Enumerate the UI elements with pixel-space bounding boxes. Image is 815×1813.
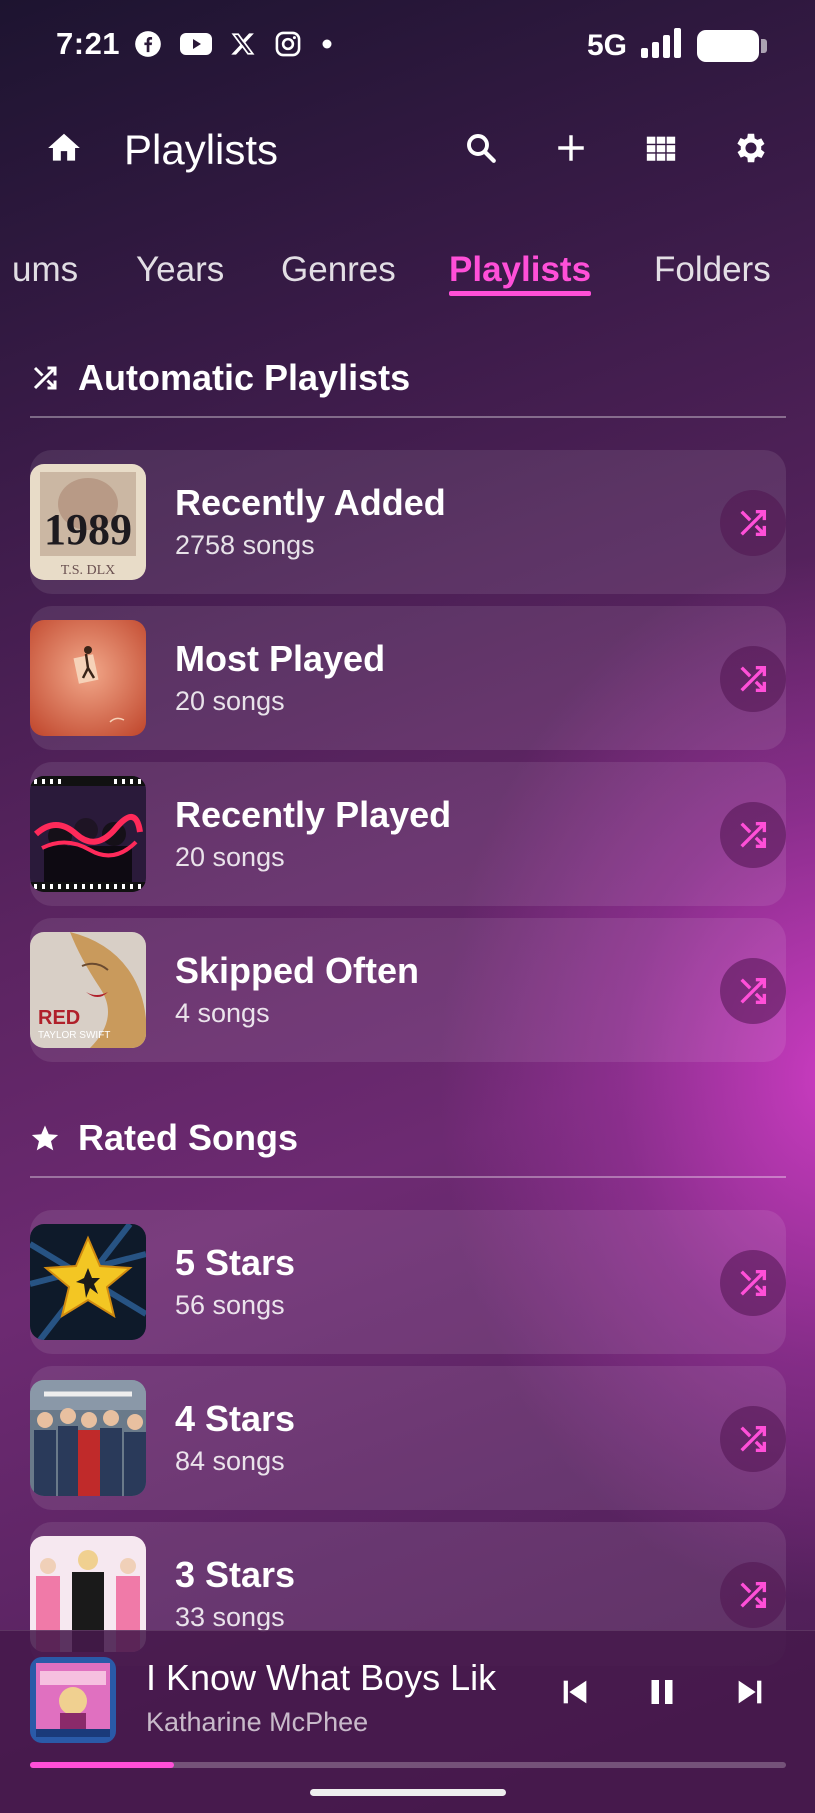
page-title: Playlists <box>124 126 279 173</box>
home-button[interactable] <box>44 128 84 168</box>
status-time: 7:21 <box>56 26 121 61</box>
art-text-1989: 1989 <box>44 505 132 554</box>
status-system-icons: 5G <box>586 28 767 63</box>
section-title: Automatic Playlists <box>78 357 411 398</box>
shuffle-icon <box>740 977 767 1005</box>
tab-genres[interactable]: Genres <box>281 250 396 290</box>
album-art <box>30 1224 146 1340</box>
art-text-taylor-swift: TAYLOR SWIFT <box>38 1030 110 1041</box>
star-icon <box>31 1125 59 1151</box>
playlist-name: Most Played <box>175 638 386 679</box>
album-art <box>30 620 146 736</box>
tab-folders[interactable]: Folders <box>654 250 771 290</box>
song-count: 20 songs <box>175 686 285 716</box>
signal-icon <box>641 28 683 63</box>
tab-years[interactable]: Years <box>136 250 224 290</box>
album-art: RED TAYLOR SWIFT <box>30 932 146 1048</box>
playlist-4-stars[interactable]: 4 Stars 84 songs <box>30 1366 786 1510</box>
song-count: 20 songs <box>175 842 285 872</box>
shuffle-icon <box>740 665 767 693</box>
song-count: 2758 songs <box>175 530 315 560</box>
playlist-name: Recently Added <box>175 482 446 523</box>
now-playing-album-art <box>30 1657 116 1743</box>
grid-icon <box>646 136 676 161</box>
shuffle-icon <box>740 821 767 849</box>
grid-view-button[interactable] <box>641 128 681 168</box>
rated-songs-header: Rated Songs <box>30 1108 786 1178</box>
search-button[interactable] <box>461 128 501 168</box>
art-text-dlx: T.S. DLX <box>61 563 116 578</box>
art-text-red: RED <box>38 1007 80 1029</box>
song-count: 4 songs <box>175 998 270 1028</box>
skip-previous-icon <box>563 1680 587 1704</box>
status-notification-icons <box>134 30 334 63</box>
pause-button[interactable] <box>637 1667 687 1717</box>
toolbar-actions <box>461 128 771 168</box>
divider <box>30 1176 786 1178</box>
network-type: 5G <box>586 28 627 62</box>
section-title: Rated Songs <box>78 1117 299 1158</box>
song-count: 33 songs <box>175 1602 285 1632</box>
instagram-icon <box>274 30 302 63</box>
shuffle-play-button[interactable] <box>720 1250 786 1316</box>
plus-icon <box>558 135 584 161</box>
search-icon <box>467 134 496 163</box>
shuffle-icon <box>740 1581 767 1609</box>
battery-icon <box>697 29 767 62</box>
divider <box>30 416 786 418</box>
status-bar: 7:21 5G <box>0 0 815 92</box>
now-playing-title: I Know What Boys Lik <box>146 1657 497 1698</box>
album-art: 1989 T.S. DLX <box>30 464 146 580</box>
previous-button[interactable] <box>550 1667 600 1717</box>
album-art <box>30 776 146 892</box>
shuffle-play-button[interactable] <box>720 802 786 868</box>
song-count: 56 songs <box>175 1290 285 1320</box>
facebook-icon <box>134 30 162 63</box>
song-count: 84 songs <box>175 1446 285 1476</box>
skip-next-icon <box>738 1680 762 1704</box>
now-playing-artist: Katharine McPhee <box>146 1707 369 1737</box>
tab-playlists[interactable]: Playlists <box>449 250 592 296</box>
tab-albums[interactable]: ums <box>12 250 78 290</box>
playlist-most-played[interactable]: Most Played 20 songs <box>30 606 786 750</box>
album-art <box>30 1380 146 1496</box>
top-app-bar: Playlists <box>0 110 815 190</box>
shuffle-play-button[interactable] <box>720 646 786 712</box>
shuffle-icon <box>740 1269 767 1297</box>
shuffle-icon <box>33 366 57 390</box>
pause-icon <box>651 1680 673 1704</box>
category-tabs: ums Years Genres Playlists Folders <box>0 246 815 306</box>
playlist-name: 5 Stars <box>175 1242 296 1283</box>
dot-icon <box>320 37 334 56</box>
shuffle-play-button[interactable] <box>720 958 786 1024</box>
gesture-home-bar[interactable] <box>310 1789 506 1796</box>
home-icon <box>48 133 80 161</box>
playlist-name: Skipped Often <box>175 950 420 991</box>
playlist-name: 3 Stars <box>175 1554 296 1595</box>
shuffle-play-button[interactable] <box>720 490 786 556</box>
mini-player[interactable]: I Know What Boys Lik Katharine McPhee <box>0 1630 815 1813</box>
playlist-5-stars[interactable]: 5 Stars 56 songs <box>30 1210 786 1354</box>
settings-button[interactable] <box>731 128 771 168</box>
playlist-recently-added[interactable]: 1989 T.S. DLX Recently Added 2758 songs <box>30 450 786 594</box>
automatic-playlists-header: Automatic Playlists <box>30 348 786 418</box>
shuffle-icon <box>740 1425 767 1453</box>
gear-icon <box>737 133 765 163</box>
playback-progress-bar[interactable] <box>30 1762 786 1768</box>
shuffle-play-button[interactable] <box>720 1562 786 1628</box>
playlist-name: Recently Played <box>175 794 452 835</box>
shuffle-icon <box>740 509 767 537</box>
youtube-icon <box>180 32 212 61</box>
playlist-recently-played[interactable]: Recently Played 20 songs <box>30 762 786 906</box>
playlist-skipped-often[interactable]: RED TAYLOR SWIFT Skipped Often 4 songs <box>30 918 786 1062</box>
shuffle-play-button[interactable] <box>720 1406 786 1472</box>
add-playlist-button[interactable] <box>551 128 591 168</box>
playlist-name: 4 Stars <box>175 1398 296 1439</box>
x-icon <box>230 31 256 62</box>
progress-fill <box>30 1762 174 1768</box>
next-button[interactable] <box>725 1667 775 1717</box>
